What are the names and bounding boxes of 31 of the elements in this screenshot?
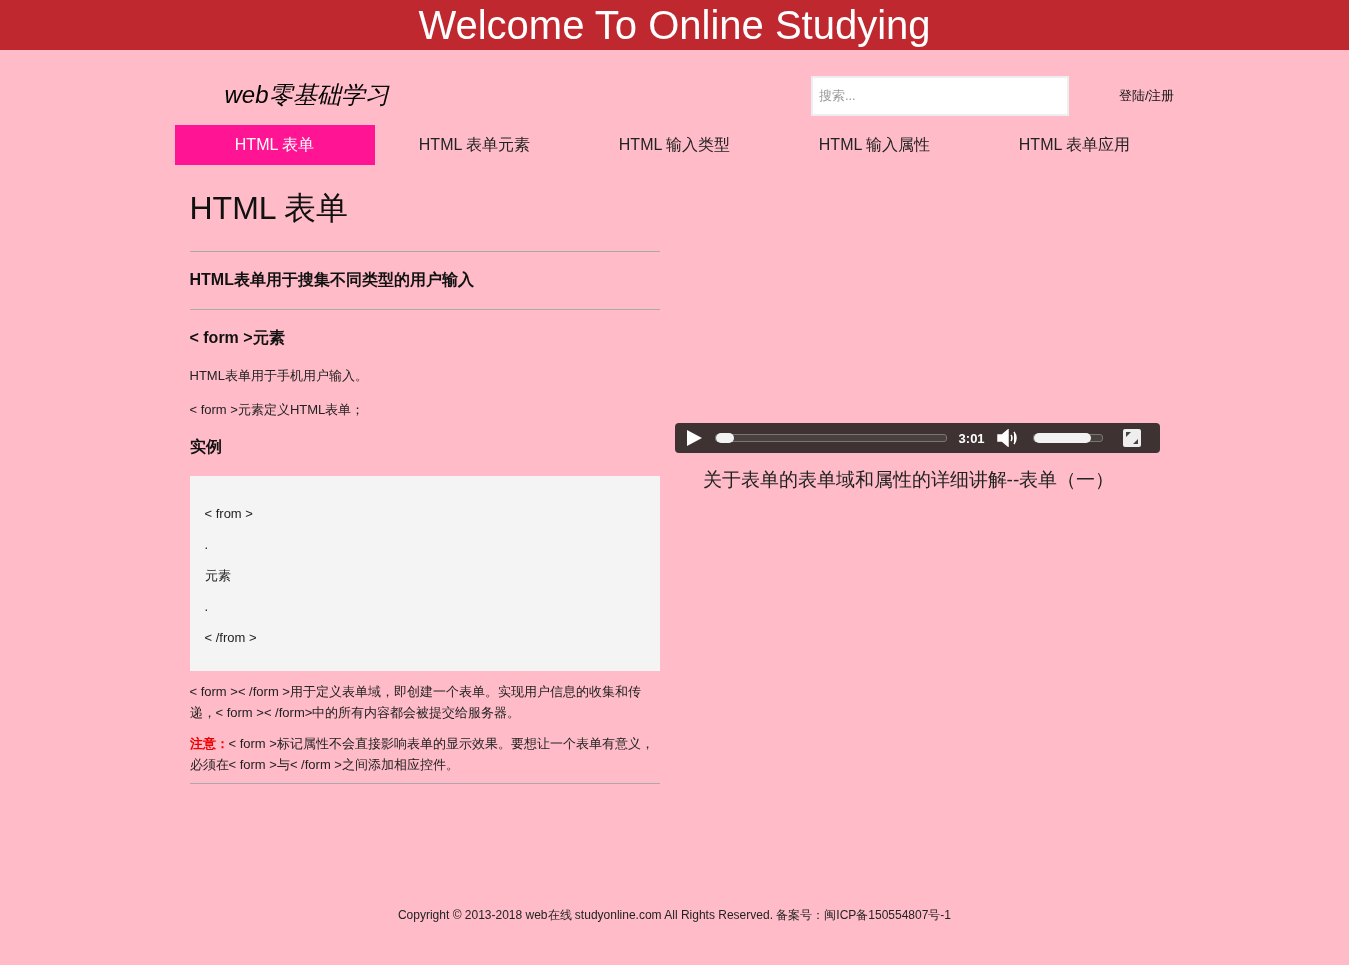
example-heading: 实例 (189, 437, 223, 457)
description: < form >< /form >用于定义表单域，即创建一个表单。实现用户信息的收集和传递，< form >< /form>中的所有内容都会被提交给服务器。 (189, 683, 642, 722)
section-heading: < form >元素 (189, 328, 286, 348)
nav-tab[interactable]: HTML 输入属性 (774, 125, 975, 165)
nav-tab[interactable]: HTML 表单应用 (974, 125, 1175, 165)
code-line: < from > (204, 505, 254, 523)
login-link[interactable]: 登陆/注册 (1118, 70, 1175, 105)
progress-track[interactable] (714, 434, 947, 442)
volume-track[interactable] (1032, 434, 1103, 442)
code-line: 元素 (204, 567, 232, 585)
footer-copyright: Copyright © 2013-2018 web在线 studyonline.com All Rights Reserved. 备案号：闽ICP备150554807号-1 (396, 907, 953, 924)
site-logo: web零基础学习 (224, 79, 391, 110)
video-time: 3:01 (958, 430, 985, 446)
article-subtitle: HTML表单用于搜集不同类型的用户输入 (189, 270, 475, 290)
nav-tab[interactable]: HTML 输入类型 (574, 125, 775, 165)
code-line: . (204, 536, 210, 554)
banner-title: Welcome To Online Studying (418, 2, 931, 48)
volume-fill[interactable] (1033, 433, 1092, 443)
note: 注意：< form >标记属性不会直接影响表单的显示效果。要想让一个表单有意义，必须在< form >与< /form >之间添加相应控件。 (189, 735, 655, 774)
article-title: HTML 表单 (189, 189, 350, 228)
paragraph: HTML表单用于手机用户输入。 (189, 367, 369, 385)
nav-tab[interactable]: HTML 表单 (174, 125, 375, 165)
nav-tab[interactable]: HTML 表单元素 (374, 125, 575, 165)
code-line: . (204, 598, 210, 616)
code-line: < /from > (204, 629, 258, 647)
play-icon[interactable] (684, 429, 703, 447)
progress-fill[interactable] (715, 433, 734, 443)
search-field[interactable]: 搜索... (810, 75, 1069, 116)
video-caption: 关于表单的表单域和属性的详细讲解--表单（一） (702, 468, 1116, 492)
fullscreen-icon[interactable] (1122, 429, 1141, 447)
paragraph: < form >元素定义HTML表单； (189, 401, 366, 419)
